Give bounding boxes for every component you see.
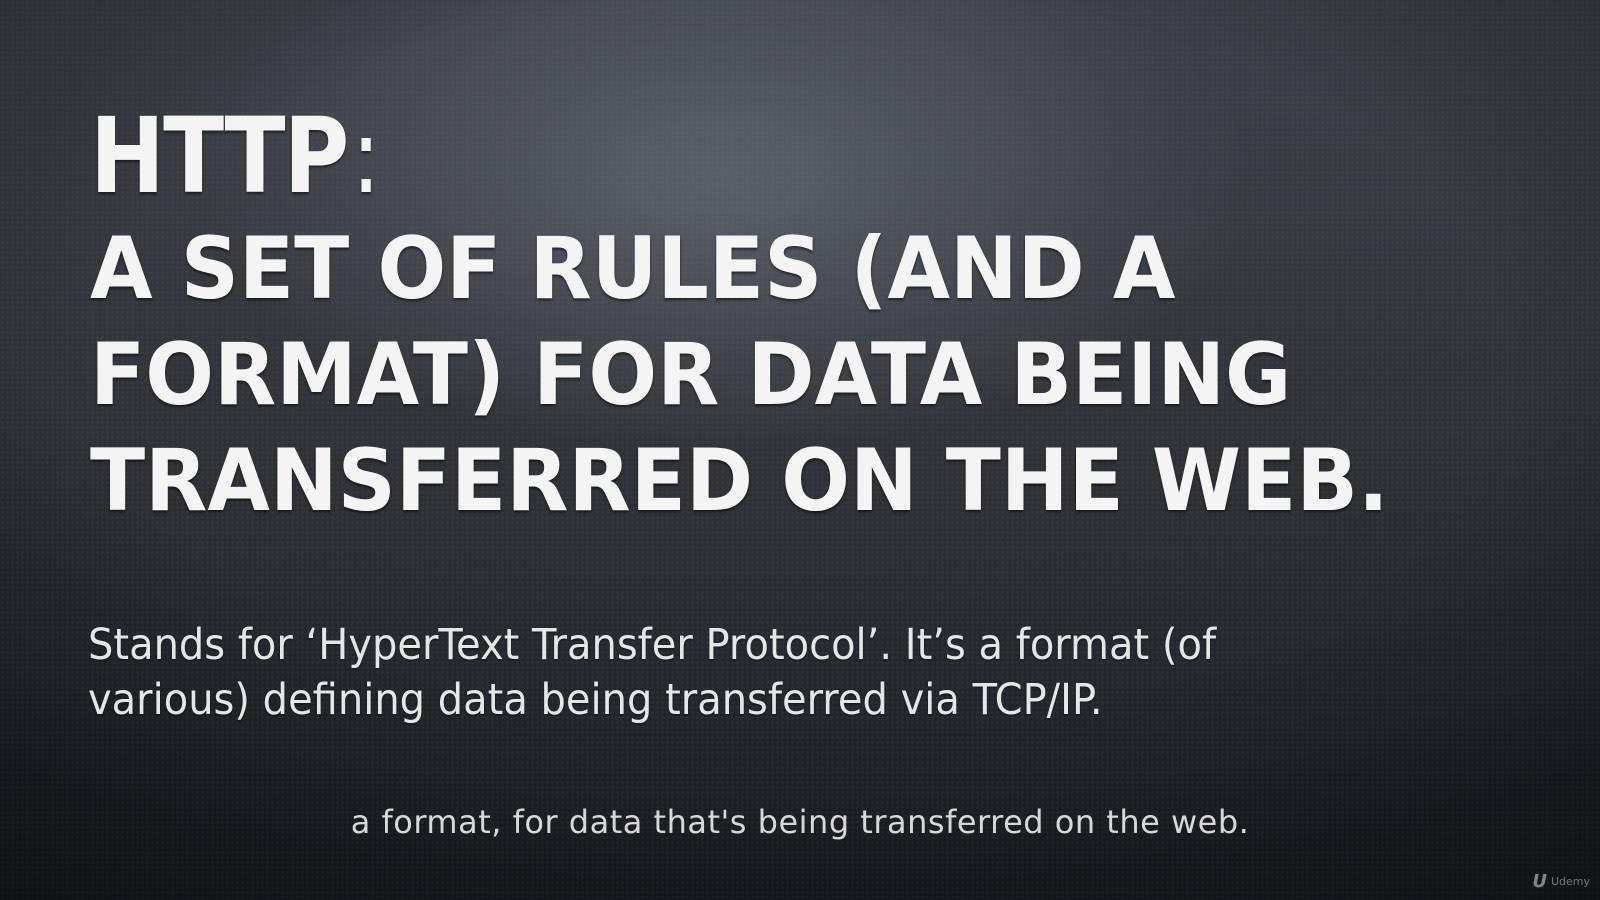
subtitle-caption: a format, for data that's being transfer… bbox=[350, 803, 1250, 841]
udemy-logo-icon: U bbox=[1532, 871, 1547, 892]
slide-title: HTTP bbox=[90, 95, 349, 217]
slide-subtitle: A SET OF RULES (AND A FORMAT) FOR DATA B… bbox=[90, 219, 1389, 531]
slide-heading: HTTP: A SET OF RULES (AND A FORMAT) FOR … bbox=[90, 100, 1490, 534]
slide-title-colon: : bbox=[351, 95, 382, 217]
video-slide: HTTP: A SET OF RULES (AND A FORMAT) FOR … bbox=[0, 0, 1600, 900]
slide-title-row: HTTP: bbox=[90, 100, 1294, 212]
udemy-watermark: U Udemy bbox=[1532, 871, 1590, 892]
slide-body-text: Stands for ‘HyperText Transfer Protocol’… bbox=[88, 620, 1217, 725]
watermark-label: Udemy bbox=[1550, 875, 1590, 888]
